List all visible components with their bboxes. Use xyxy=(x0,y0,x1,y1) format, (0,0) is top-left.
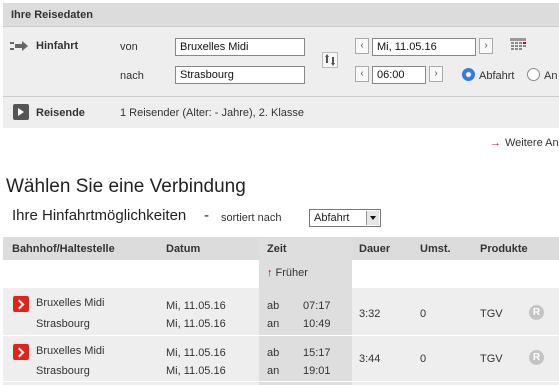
train-icon xyxy=(13,344,29,360)
calendar-icon[interactable] xyxy=(510,38,526,52)
more-options-label: Weitere An xyxy=(505,137,559,149)
subtitle-dash: - xyxy=(204,207,209,224)
row-changes: 0 xyxy=(420,353,427,365)
sort-select-value: Abfahrt xyxy=(314,212,350,224)
row-to: Strasbourg xyxy=(36,365,90,377)
arrow-up-icon: ↑ xyxy=(267,267,273,279)
direction-arrow-icon xyxy=(10,41,28,51)
train-icon xyxy=(13,296,29,312)
header-products: Produkte xyxy=(480,243,528,255)
header-changes: Umst. xyxy=(420,243,451,255)
time-input[interactable]: 06:00 xyxy=(372,66,426,84)
travellers-label: Reisende xyxy=(36,107,85,119)
time-next-button[interactable]: › xyxy=(429,66,443,82)
to-station-input[interactable]: Strasbourg xyxy=(175,66,305,84)
reservation-icon[interactable]: R xyxy=(529,350,544,365)
time-cell-bg xyxy=(259,336,352,385)
outbound-label: Hinfahrt xyxy=(36,40,79,52)
arrow-right-icon: → xyxy=(490,137,501,149)
row-arr-time: 19:01 xyxy=(303,365,331,377)
row-product: TGV xyxy=(480,353,503,365)
from-label: von xyxy=(120,41,138,53)
earlier-label: Früher xyxy=(275,267,308,279)
row-dep-label: ab xyxy=(267,347,280,359)
header-time: Zeit xyxy=(267,243,287,255)
row-divider xyxy=(3,381,559,382)
row-date-from: Mi, 11.05.16 xyxy=(166,347,226,359)
page-title: Wählen Sie eine Verbindung xyxy=(6,176,246,197)
date-input[interactable]: Mi, 11.05.16 xyxy=(372,38,476,56)
header-station: Bahnhof/Haltestelle xyxy=(12,243,115,255)
from-station-input[interactable]: Bruxelles Midi xyxy=(175,38,305,56)
row-arr-time: 10:49 xyxy=(303,318,331,330)
earlier-link[interactable]: ↑ Früher xyxy=(267,267,308,279)
row-duration: 3:32 xyxy=(359,308,381,320)
radio-departure-label: Abfahrt xyxy=(479,70,515,82)
header-duration: Dauer xyxy=(359,243,391,255)
more-options-link[interactable]: → Weitere An xyxy=(490,137,559,149)
sort-label: sortiert nach xyxy=(221,212,282,224)
row-changes: 0 xyxy=(420,308,427,320)
to-label: nach xyxy=(120,70,144,82)
reservation-icon[interactable]: R xyxy=(529,305,544,320)
sort-select[interactable]: Abfahrt xyxy=(309,209,381,227)
panel-divider xyxy=(3,96,559,97)
radio-arrival[interactable] xyxy=(527,68,540,81)
row-dep-label: ab xyxy=(267,300,280,312)
time-prev-button[interactable]: ‹ xyxy=(355,66,369,82)
row-from: Bruxelles Midi xyxy=(36,297,105,309)
radio-arrival-label: An xyxy=(544,70,558,82)
row-date-to: Mi, 11.05.16 xyxy=(166,318,226,330)
row-to: Strasbourg xyxy=(36,318,90,330)
row-date-to: Mi, 11.05.16 xyxy=(166,365,226,377)
swap-icon xyxy=(325,54,335,66)
expand-travellers-icon[interactable] xyxy=(13,104,29,120)
travel-data-title: Ihre Reisedaten xyxy=(11,9,93,21)
row-dep-time: 15:17 xyxy=(303,347,331,359)
row-dep-time: 07:17 xyxy=(303,300,331,312)
section-subtitle: Ihre Hinfahrtmöglichkeiten xyxy=(12,207,187,224)
row-product: TGV xyxy=(480,308,503,320)
radio-departure[interactable] xyxy=(462,68,475,81)
date-next-button[interactable]: › xyxy=(479,38,493,54)
row-from: Bruxelles Midi xyxy=(36,345,105,357)
header-date: Datum xyxy=(166,243,201,255)
swap-stations-button[interactable] xyxy=(322,52,338,68)
row-arr-label: an xyxy=(267,365,280,377)
row-duration: 3:44 xyxy=(359,353,381,365)
row-date-from: Mi, 11.05.16 xyxy=(166,300,226,312)
date-prev-button[interactable]: ‹ xyxy=(355,38,369,54)
chevron-down-icon xyxy=(366,211,379,225)
row-arr-label: an xyxy=(267,318,280,330)
travellers-value: 1 Reisender (Alter: - Jahre), 2. Klasse xyxy=(120,107,305,119)
